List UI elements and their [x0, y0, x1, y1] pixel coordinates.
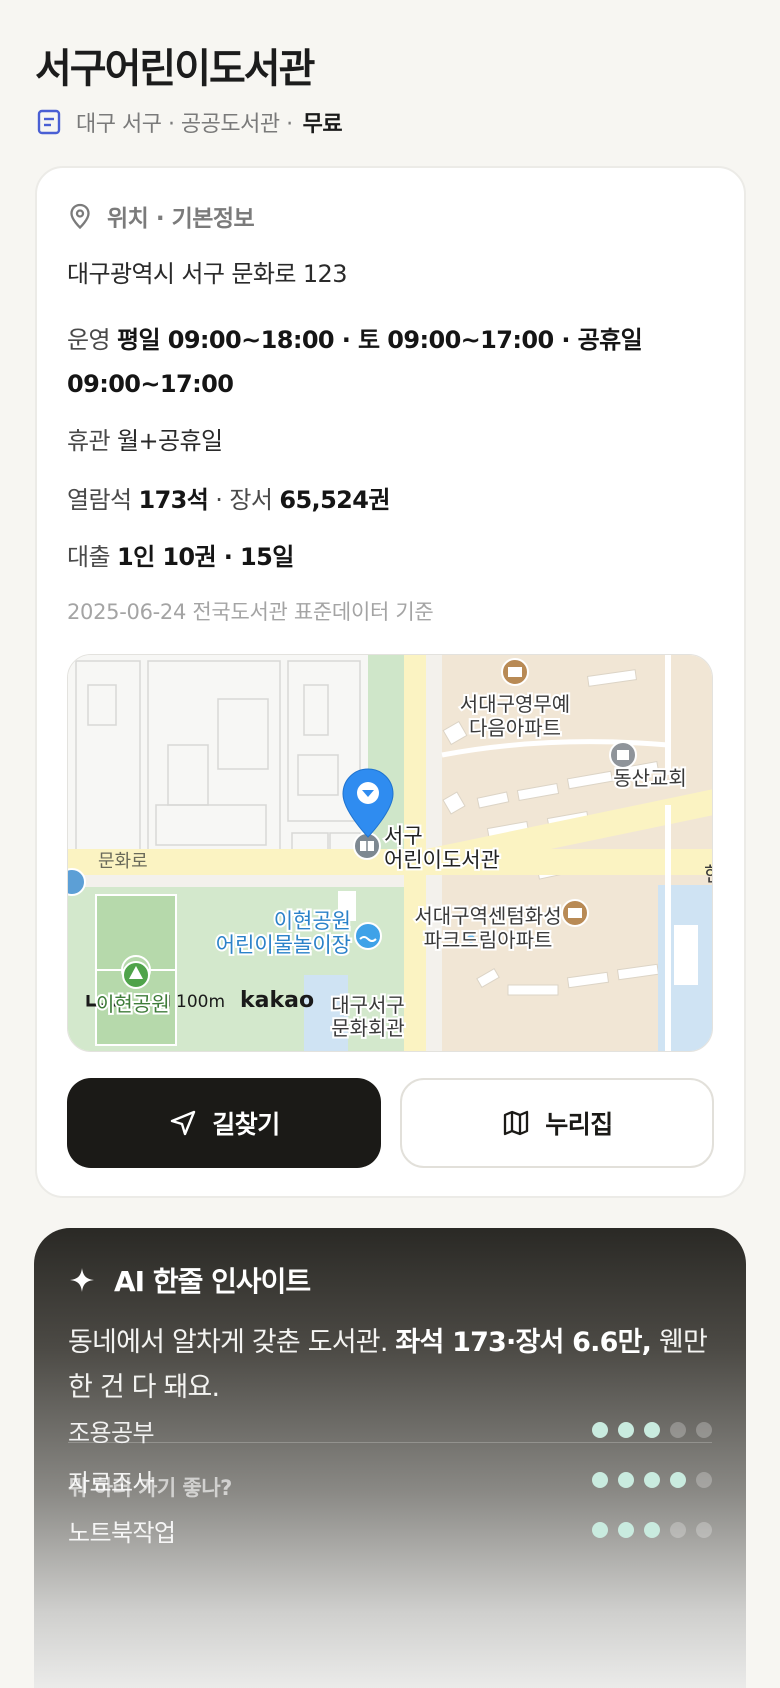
page-title: 서구어린이도서관 — [35, 46, 315, 92]
section-title: 위치 · 기본정보 — [107, 206, 255, 232]
map-label-hall: 문화회관 — [331, 1016, 405, 1040]
map-label-edge: 현 — [704, 862, 713, 886]
rating-dot — [696, 1422, 712, 1438]
ai-insight-title: AI 한줄 인사이트 — [114, 1265, 311, 1298]
map-label-apt2: 서대구역센텀화성 — [414, 904, 561, 928]
directions-label: 길찾기 — [212, 1110, 280, 1139]
purpose-label: 조용공부 — [68, 1418, 155, 1447]
hours-label: 운영 — [67, 326, 111, 354]
map-label-library: 서구 — [384, 824, 423, 848]
library-region-type: 대구 서구 · 공공도서관 · — [76, 112, 293, 137]
rating-dot — [644, 1422, 660, 1438]
ai-insight-header: AI 한줄 인사이트 — [68, 1260, 311, 1300]
data-source: 2025-06-24 전국도서관 표준데이터 기준 — [67, 600, 434, 624]
ai-insight-text: 동네에서 알차게 갖춘 도서관. 좌석 173·장서 6.6만, 웬만한 건 다… — [68, 1320, 708, 1410]
rating-dot — [670, 1522, 686, 1538]
books-value: 65,524권 — [279, 486, 390, 514]
map-label-apt2: 파크드림아파트 — [424, 928, 553, 952]
loan-label: 대출 — [67, 543, 111, 571]
rating-dot — [644, 1472, 660, 1488]
document-icon — [36, 108, 62, 136]
section-header: 위치 · 기본정보 — [67, 198, 255, 234]
rating-dot — [592, 1422, 608, 1438]
purpose-rating — [592, 1522, 712, 1538]
rating-dot — [592, 1522, 608, 1538]
loan-value: 1인 10권 · 15일 — [117, 543, 294, 571]
books-label: · 장서 — [215, 486, 273, 514]
rating-dot — [618, 1422, 634, 1438]
info-card: 위치 · 기본정보 대구광역시 서구 문화로 123 운영 평일 09:00~1… — [35, 166, 746, 1198]
ai-text-highlight: 좌석 173·장서 6.6만, — [395, 1327, 652, 1358]
map-label-library: 어린이도서관 — [384, 848, 500, 872]
seats-value: 173석 — [138, 486, 209, 514]
website-label: 누리집 — [545, 1110, 613, 1139]
address: 대구광역시 서구 문화로 123 — [67, 260, 348, 288]
hours-value: 평일 09:00~18:00 · 토 09:00~17:00 · 공휴일 09:… — [67, 326, 643, 398]
purpose-row: 노트북작업 — [68, 1512, 712, 1548]
location-pin-icon — [67, 202, 93, 230]
map-icon — [504, 1110, 529, 1136]
rating-dot — [618, 1472, 634, 1488]
seats-label: 열람석 — [67, 486, 132, 514]
purpose-label: 노트북작업 — [68, 1518, 176, 1547]
map-label-road: 문화로 — [98, 851, 148, 872]
fee-badge: 무료 — [302, 112, 343, 137]
loan-policy: 대출 1인 10권 · 15일 — [67, 537, 294, 572]
closed-value: 월+공휴일 — [117, 427, 223, 455]
closed-days: 휴관 월+공휴일 — [67, 421, 223, 456]
location-map[interactable]: 서대구영무예 다음아파트 동산교회 서대구역센텀화성 파크드림아파트 대구서구 … — [67, 654, 713, 1052]
purpose-label: 자료조사 — [68, 1468, 155, 1497]
purpose-rating — [592, 1422, 712, 1438]
purpose-rating — [592, 1472, 712, 1488]
map-label-apt1: 다음아파트 — [469, 716, 561, 740]
directions-button[interactable]: 길찾기 — [67, 1078, 381, 1168]
sparkle-icon — [70, 1268, 94, 1292]
map-label-pool: 이현공원 — [274, 909, 351, 933]
map-brand-logo: kakao — [240, 988, 314, 1013]
rating-dot — [592, 1472, 608, 1488]
rating-dot — [670, 1422, 686, 1438]
ai-insight-card: AI 한줄 인사이트 동네에서 알차게 갖춘 도서관. 좌석 173·장서 6.… — [34, 1228, 746, 1688]
rating-dot — [696, 1472, 712, 1488]
opening-hours: 운영 평일 09:00~18:00 · 토 09:00~17:00 · 공휴일 … — [67, 318, 687, 406]
ai-text-plain: 동네에서 알차게 갖춘 도서관. — [68, 1327, 396, 1358]
seats-and-books: 열람석 173석 · 장서 65,524권 — [67, 480, 390, 515]
closed-label: 휴관 — [67, 427, 111, 455]
rating-dot — [644, 1522, 660, 1538]
rating-dot — [618, 1522, 634, 1538]
library-meta: 대구 서구 · 공공도서관 · 무료 — [36, 104, 343, 140]
rating-dot — [696, 1522, 712, 1538]
website-button[interactable]: 누리집 — [400, 1078, 714, 1168]
navigation-arrow-icon — [171, 1110, 196, 1136]
rating-dot — [670, 1472, 686, 1488]
purpose-row: 조용공부 — [68, 1412, 712, 1448]
map-label-apt1: 서대구영무예 — [460, 692, 570, 716]
map-scale: 100m — [176, 992, 225, 1012]
purpose-row: 자료조사 — [68, 1462, 712, 1498]
map-label-park: 이현공원 — [96, 992, 170, 1016]
map-label-church: 동산교회 — [613, 766, 687, 790]
map-label-hall: 대구서구 — [331, 993, 405, 1017]
map-label-pool: 어린이물놀이장 — [216, 933, 351, 957]
